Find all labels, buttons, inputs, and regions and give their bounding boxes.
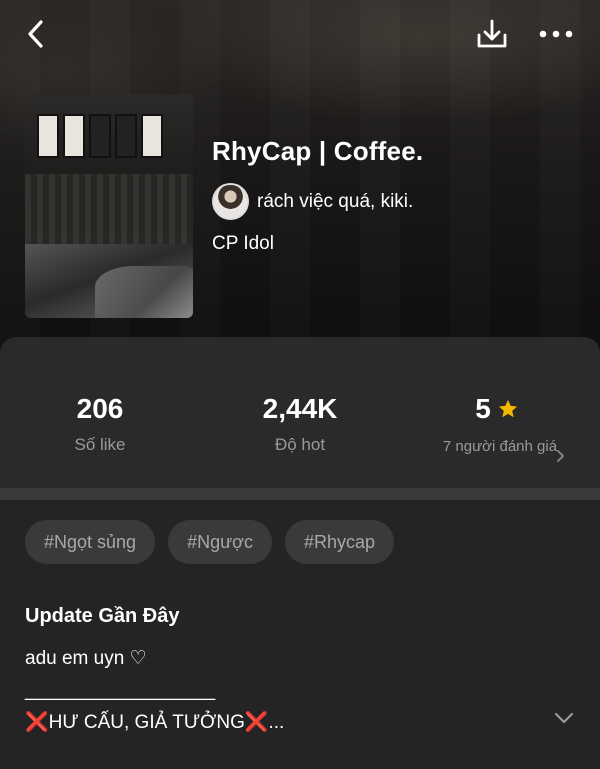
download-button[interactable]	[472, 14, 512, 54]
cover-detail	[63, 114, 85, 158]
section-divider	[0, 488, 600, 500]
cover-detail	[95, 266, 193, 318]
hot-value: 2,44K	[262, 393, 338, 424]
rating-value-row: 5	[475, 393, 519, 425]
book-category[interactable]: CP Idol	[212, 233, 274, 255]
tag-chip[interactable]: #Ngọt sủng	[25, 520, 156, 564]
details-panel: 206 Số like 2,44K Độ hot 5 7 người đánh …	[0, 337, 600, 769]
tag-list: #Ngọt sủng #Ngược #Rhycap	[25, 520, 394, 564]
update-heading: Update Gần Đây	[25, 605, 180, 627]
author-name[interactable]: rách việc quá, kiki.	[257, 191, 413, 213]
likes-label: Số like	[74, 435, 126, 454]
cover-detail	[37, 114, 59, 158]
likes-value: 206	[76, 393, 124, 424]
tag-chip[interactable]: #Ngược	[168, 520, 272, 564]
avatar[interactable]	[212, 183, 249, 220]
more-horizontal-icon	[539, 30, 573, 38]
stat-rating[interactable]: 5	[397, 393, 597, 425]
cover-detail	[141, 114, 163, 158]
book-cover[interactable]	[25, 94, 193, 318]
chevron-left-icon	[28, 20, 43, 48]
update-text: adu em uyn ♡ __________________ ❌HƯ CẤU,…	[25, 648, 285, 733]
top-bar	[0, 0, 600, 70]
stats-row: 206 Số like 2,44K Độ hot 5 7 người đánh …	[0, 337, 600, 487]
hot-label: Độ hot	[274, 435, 326, 454]
star-icon	[498, 399, 517, 418]
book-title: RhyCap | Coffee.	[212, 136, 424, 166]
author-row[interactable]: rách việc quá, kiki.	[212, 183, 413, 220]
back-button[interactable]	[18, 16, 54, 52]
download-icon	[477, 19, 507, 48]
more-button[interactable]	[534, 16, 578, 52]
cover-detail	[115, 114, 137, 158]
stat-likes: 206 Số like	[0, 393, 200, 455]
description-section: #Ngọt sủng #Ngược #Rhycap Update Gần Đây…	[0, 500, 600, 769]
chevron-down-icon[interactable]	[552, 708, 576, 728]
stat-hot: 2,44K Độ hot	[200, 393, 400, 455]
book-info: RhyCap | Coffee. rách việc quá, kiki. CP…	[212, 136, 424, 254]
tag-chip[interactable]: #Rhycap	[284, 520, 394, 564]
rating-count-link[interactable]: 7 người đánh giá	[440, 437, 560, 456]
chevron-right-icon[interactable]	[554, 449, 566, 463]
rating-value: 5	[475, 393, 491, 424]
cover-detail	[89, 114, 111, 158]
cover-detail	[25, 174, 193, 244]
